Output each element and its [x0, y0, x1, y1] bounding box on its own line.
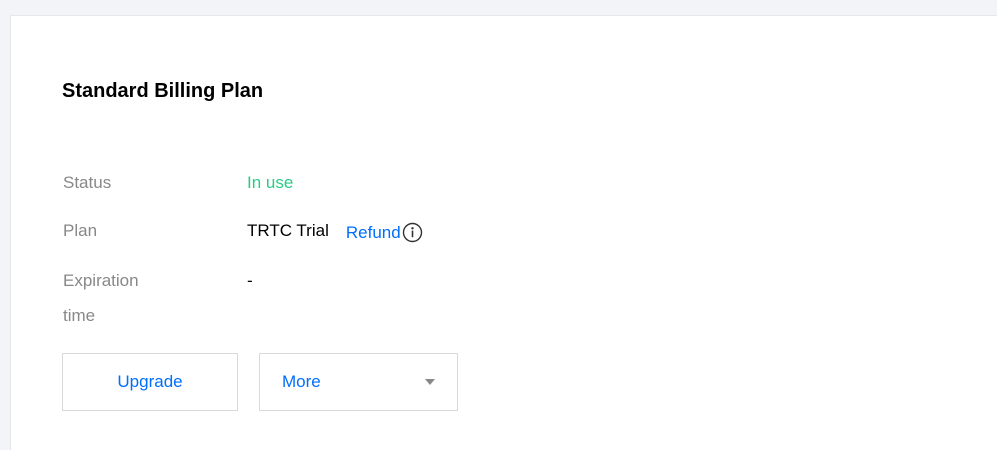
plan-value-group: TRTC Trial Refund — [247, 216, 423, 245]
status-label: Status — [63, 173, 112, 192]
billing-plan-card: Standard Billing Plan Status In use Plan… — [10, 15, 997, 450]
refund-link[interactable]: Refund — [346, 223, 401, 243]
more-dropdown-button[interactable]: More — [259, 353, 458, 411]
info-icon[interactable] — [402, 222, 423, 243]
upgrade-button-label: Upgrade — [117, 372, 183, 391]
expiration-label-line1: Expiration — [63, 271, 139, 290]
caret-down-icon — [425, 379, 435, 385]
plan-label: Plan — [63, 221, 98, 240]
plan-value: TRTC Trial — [247, 220, 329, 240]
expiration-label-line2: time — [63, 306, 96, 325]
more-button-label: More — [282, 372, 321, 391]
card-title: Standard Billing Plan — [62, 80, 264, 102]
status-value: In use — [247, 173, 294, 192]
upgrade-button[interactable]: Upgrade — [62, 353, 238, 411]
expiration-value: - — [247, 271, 253, 290]
